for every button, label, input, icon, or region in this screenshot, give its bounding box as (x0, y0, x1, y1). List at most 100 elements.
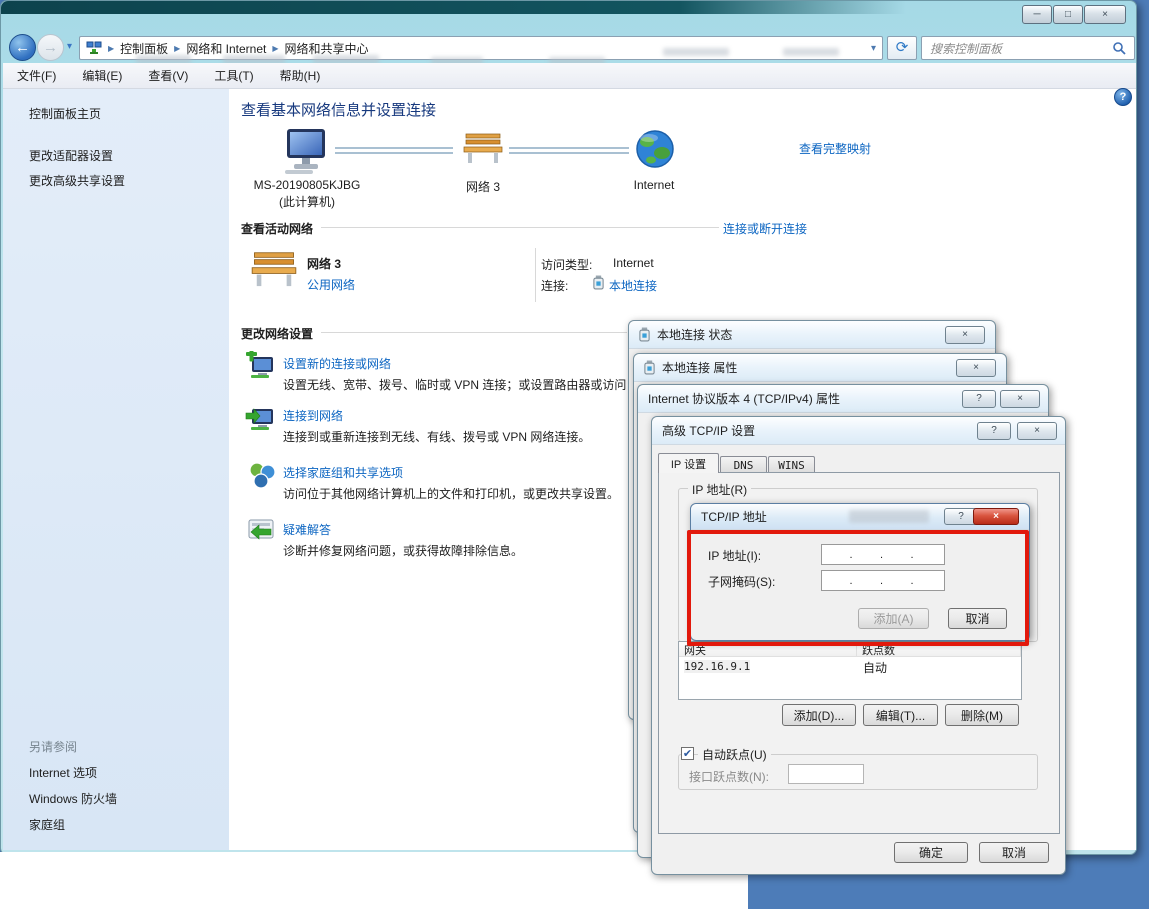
setup-new-connection-desc: 设置无线、宽带、拨号、临时或 VPN 连接；或设置路由器或访问 (283, 376, 629, 392)
map-internet-label: Internet (621, 178, 687, 192)
ip-address-group-label: IP 地址(R) (688, 481, 751, 498)
sidebar-item-homegroup[interactable]: 家庭组 (29, 816, 65, 833)
internet-globe-icon[interactable] (635, 129, 675, 171)
blurred-text (663, 48, 729, 56)
gateway-row[interactable]: 192.16.9.1 自动 (679, 657, 1021, 676)
homegroup-icon (247, 460, 277, 490)
menu-view[interactable]: 查看(V) (148, 67, 188, 84)
status-dialog-titlebar[interactable]: 本地连接 状态 × (629, 321, 995, 349)
help-icon[interactable]: ? (1114, 88, 1132, 106)
address-dropdown-icon[interactable]: ▾ (871, 43, 876, 54)
map-connection-line (509, 147, 629, 154)
search-input[interactable]: 搜索控制面板 (921, 36, 1135, 60)
metric-cell: 自动 (857, 659, 1021, 676)
auto-metric-label[interactable]: 自动跃点(U) (698, 746, 771, 763)
breadcrumb-item-control-panel[interactable]: 控制面板 (120, 40, 168, 57)
search-placeholder: 搜索控制面板 (930, 40, 1112, 57)
maximize-button[interactable]: □ (1053, 5, 1083, 24)
connect-to-network-desc: 连接到或重新连接到无线、有线、拨号或 VPN 网络连接。 (283, 428, 629, 445)
tab-dns[interactable]: DNS (720, 456, 767, 473)
active-network-bench-icon[interactable] (251, 249, 297, 291)
tab-wins[interactable]: WINS (768, 456, 815, 473)
interface-metric-input[interactable] (788, 764, 864, 784)
properties-dialog-titlebar[interactable]: 本地连接 属性 × (634, 354, 1006, 382)
close-icon[interactable]: × (945, 326, 985, 344)
breadcrumb-item-network-internet[interactable]: 网络和 Internet (186, 40, 266, 57)
advanced-dialog-title: 高级 TCP/IP 设置 (662, 422, 755, 439)
recent-pages-caret-icon[interactable]: ▾ (67, 41, 72, 52)
help-icon[interactable]: ? (977, 422, 1011, 440)
access-type-label: 访问类型: (541, 256, 592, 273)
sidebar-item-change-advanced-sharing[interactable]: 更改高级共享设置 (29, 172, 125, 189)
interface-metric-label: 接口跃点数(N): (689, 768, 769, 785)
menu-bar: 文件(F) 编辑(E) 查看(V) 工具(T) 帮助(H) (3, 63, 1136, 89)
refresh-button[interactable]: ⟳ (887, 36, 917, 60)
gateway-list[interactable]: 网关 跃点数 192.16.9.1 自动 (678, 641, 1022, 700)
see-full-map-link[interactable]: 查看完整映射 (799, 140, 871, 157)
connections-label: 连接: (541, 277, 568, 294)
tab-ip-settings[interactable]: IP 设置 (658, 453, 719, 473)
map-connection-line (335, 147, 453, 154)
breadcrumb-separator-icon[interactable]: ▶ (174, 44, 180, 53)
highlight-annotation (687, 530, 1029, 646)
network-kind-link[interactable]: 公用网络 (307, 276, 355, 293)
advanced-ok-button[interactable]: 确定 (894, 842, 968, 863)
nic-icon (644, 360, 655, 375)
blurred-text (783, 48, 839, 56)
breadcrumb-item-network-sharing-center[interactable]: 网络和共享中心 (285, 40, 369, 57)
close-button[interactable]: × (1084, 5, 1126, 24)
homegroup-sharing-link[interactable]: 选择家庭组和共享选项 (283, 464, 403, 481)
menu-edit[interactable]: 编辑(E) (82, 67, 122, 84)
top-dark-strip (1, 1, 906, 14)
forward-button[interactable]: → (37, 34, 64, 61)
page-title: 查看基本网络信息并设置连接 (241, 99, 436, 120)
nic-icon (639, 327, 650, 342)
connect-to-network-link[interactable]: 连接到网络 (283, 407, 343, 424)
gateway-edit-button[interactable]: 编辑(T)... (863, 704, 938, 726)
sidebar-item-internet-options[interactable]: Internet 选项 (29, 764, 97, 781)
background-window-area (0, 852, 748, 909)
map-network-label: 网络 3 (453, 178, 513, 195)
divider (321, 332, 627, 333)
advanced-cancel-button[interactable]: 取消 (979, 842, 1049, 863)
homegroup-sharing-desc: 访问位于其他网络计算机上的文件和打印机，或更改共享设置。 (283, 485, 629, 502)
menu-tools[interactable]: 工具(T) (214, 67, 253, 84)
new-connection-icon (245, 351, 275, 381)
sidebar-item-change-adapter-settings[interactable]: 更改适配器设置 (29, 147, 113, 164)
tcpip-dialog-titlebar[interactable]: TCP/IP 地址 ? × (691, 504, 1029, 530)
status-dialog-title: 本地连接 状态 (657, 326, 732, 343)
nic-icon (593, 275, 604, 290)
search-icon[interactable] (1112, 41, 1126, 55)
breadcrumb-separator-icon[interactable]: ▶ (272, 44, 278, 53)
computer-icon[interactable] (283, 127, 329, 175)
ipv4-dialog-title: Internet 协议版本 4 (TCP/IPv4) 属性 (648, 390, 840, 407)
sidebar-item-control-panel-home[interactable]: 控制面板主页 (29, 105, 101, 122)
network-bench-icon[interactable] (463, 131, 503, 167)
close-icon[interactable]: × (973, 508, 1019, 525)
auto-metric-checkbox[interactable]: ✔ (681, 747, 694, 760)
active-network-name: 网络 3 (307, 255, 341, 272)
properties-dialog-title: 本地连接 属性 (662, 359, 737, 376)
advanced-dialog-titlebar[interactable]: 高级 TCP/IP 设置 ? × (652, 417, 1065, 445)
local-connection-link[interactable]: 本地连接 (609, 277, 657, 294)
sidebar-item-windows-firewall[interactable]: Windows 防火墙 (29, 790, 117, 807)
troubleshoot-desc: 诊断并修复网络问题，或获得故障排除信息。 (283, 542, 629, 559)
close-icon[interactable]: × (1000, 390, 1040, 408)
connect-disconnect-link[interactable]: 连接或断开连接 (723, 220, 807, 237)
change-settings-header: 更改网络设置 (241, 325, 313, 342)
help-icon[interactable]: ? (962, 390, 996, 408)
close-icon[interactable]: × (956, 359, 996, 377)
setup-new-connection-link[interactable]: 设置新的连接或网络 (283, 355, 391, 372)
troubleshoot-link[interactable]: 疑难解答 (283, 521, 331, 538)
gateway-remove-button[interactable]: 删除(M) (945, 704, 1019, 726)
screen: ─ □ × ← → ▾ ▶ 控制面板 ▶ 网络和 Internet ▶ 网络和共… (0, 0, 1149, 909)
minimize-button[interactable]: ─ (1022, 5, 1052, 24)
gateway-add-button[interactable]: 添加(D)... (782, 704, 856, 726)
menu-help[interactable]: 帮助(H) (280, 67, 321, 84)
tcpip-dialog-title: TCP/IP 地址 (701, 508, 767, 525)
back-button[interactable]: ← (9, 34, 36, 61)
close-icon[interactable]: × (1017, 422, 1057, 440)
menu-file[interactable]: 文件(F) (17, 67, 56, 84)
connect-to-network-icon (245, 403, 275, 433)
ipv4-dialog-titlebar[interactable]: Internet 协议版本 4 (TCP/IPv4) 属性 ? × (638, 385, 1048, 413)
